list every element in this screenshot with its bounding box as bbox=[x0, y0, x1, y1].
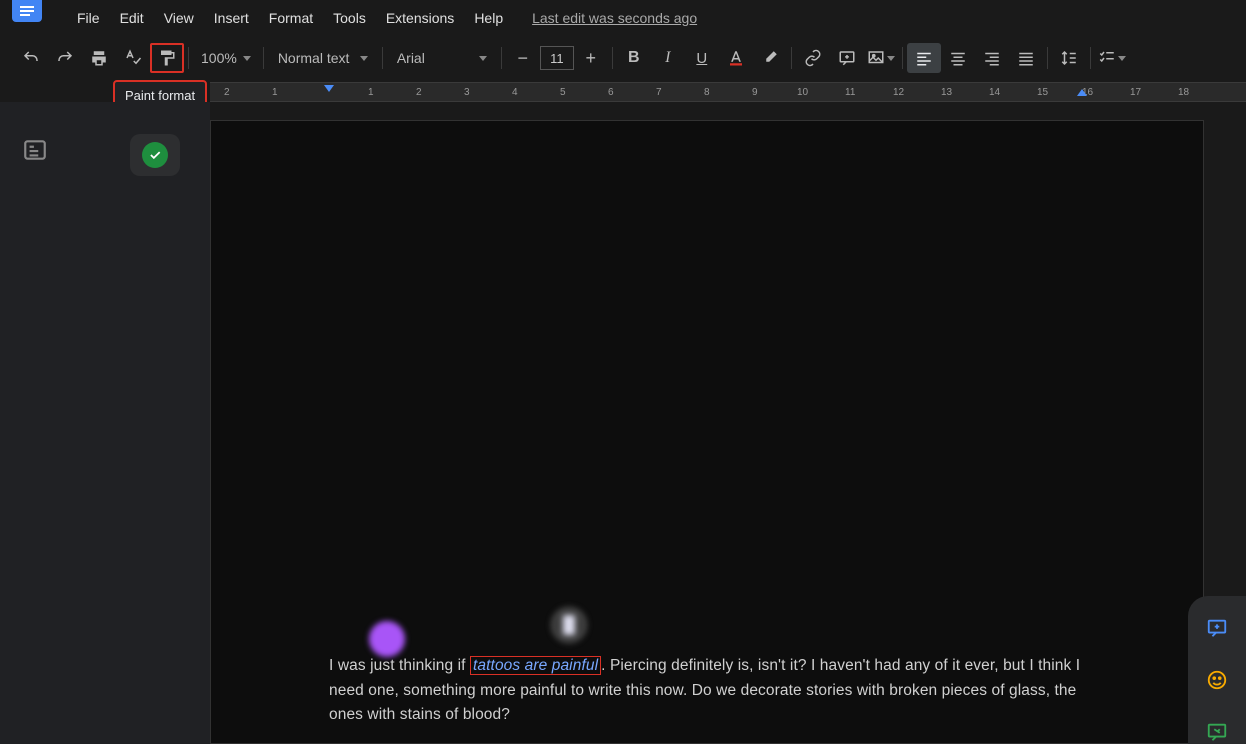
ruler-tick: 4 bbox=[512, 87, 518, 98]
font-size-increase[interactable]: + bbox=[574, 43, 608, 73]
print-button[interactable] bbox=[82, 43, 116, 73]
menu-edit[interactable]: Edit bbox=[111, 6, 153, 30]
last-edit-link[interactable]: Last edit was seconds ago bbox=[532, 10, 697, 26]
docs-app-icon[interactable] bbox=[12, 0, 42, 22]
toolbar: 100% Normal text Arial − + B I U bbox=[0, 38, 1246, 78]
style-dropdown[interactable]: Normal text bbox=[268, 43, 378, 73]
suggest-edits-icon[interactable] bbox=[1205, 720, 1229, 744]
collaborator-cursor-2 bbox=[551, 607, 587, 643]
text-highlighted-phrase: tattoos are painful bbox=[473, 657, 598, 674]
ruler-tick: 7 bbox=[656, 87, 662, 98]
align-left-button[interactable] bbox=[907, 43, 941, 73]
ruler-tick: 2 bbox=[416, 87, 422, 98]
ruler-tick: 1 bbox=[272, 87, 278, 98]
text-part-pre: I was just thinking if bbox=[329, 657, 470, 674]
ruler-tick: 6 bbox=[608, 87, 614, 98]
ruler-tick: 2 bbox=[224, 87, 230, 98]
add-comment-side-icon[interactable] bbox=[1205, 616, 1229, 640]
grammar-check-badge[interactable] bbox=[130, 134, 180, 176]
menu-help[interactable]: Help bbox=[465, 6, 512, 30]
ruler-tick: 13 bbox=[941, 87, 952, 98]
left-sidebar-area bbox=[0, 102, 210, 744]
ruler-tick: 8 bbox=[704, 87, 710, 98]
align-justify-button[interactable] bbox=[1009, 43, 1043, 73]
check-icon bbox=[142, 142, 168, 168]
font-dropdown[interactable]: Arial bbox=[387, 43, 497, 73]
document-body-text[interactable]: I was just thinking if tattoos are painf… bbox=[329, 654, 1089, 728]
first-line-indent-marker[interactable] bbox=[324, 85, 334, 92]
redo-button[interactable] bbox=[48, 43, 82, 73]
document-page[interactable]: I was just thinking if tattoos are painf… bbox=[210, 120, 1204, 744]
emoji-reaction-icon[interactable] bbox=[1205, 668, 1229, 692]
zoom-value: 100% bbox=[201, 50, 237, 66]
ruler-tick: 14 bbox=[989, 87, 1000, 98]
horizontal-ruler[interactable]: 2 1 1 2 3 4 5 6 7 8 9 10 11 12 13 14 15 … bbox=[210, 82, 1246, 102]
ruler-tick: 17 bbox=[1130, 87, 1141, 98]
underline-button[interactable]: U bbox=[685, 43, 719, 73]
zoom-dropdown[interactable]: 100% bbox=[193, 43, 259, 73]
menu-bar: File Edit View Insert Format Tools Exten… bbox=[68, 6, 697, 30]
menu-tools[interactable]: Tools bbox=[324, 6, 375, 30]
collaborator-cursor-1 bbox=[369, 621, 405, 657]
ruler-tick: 11 bbox=[845, 87, 855, 98]
menu-file[interactable]: File bbox=[68, 6, 109, 30]
font-size-decrease[interactable]: − bbox=[506, 43, 540, 73]
ruler-tick: 15 bbox=[1037, 87, 1048, 98]
align-right-button[interactable] bbox=[975, 43, 1009, 73]
undo-button[interactable] bbox=[14, 43, 48, 73]
ruler-tick: 3 bbox=[464, 87, 470, 98]
italic-button[interactable]: I bbox=[651, 43, 685, 73]
insert-link-button[interactable] bbox=[796, 43, 830, 73]
right-margin-marker[interactable] bbox=[1077, 89, 1087, 96]
line-spacing-button[interactable] bbox=[1052, 43, 1086, 73]
insert-image-button[interactable] bbox=[864, 43, 898, 73]
menu-format[interactable]: Format bbox=[260, 6, 322, 30]
ruler-tick: 10 bbox=[797, 87, 808, 98]
menu-extensions[interactable]: Extensions bbox=[377, 6, 463, 30]
paint-format-button[interactable] bbox=[150, 43, 184, 73]
add-comment-button[interactable] bbox=[830, 43, 864, 73]
highlight-button[interactable] bbox=[753, 43, 787, 73]
document-outline-button[interactable] bbox=[22, 137, 48, 163]
font-value: Arial bbox=[397, 50, 425, 66]
font-size-input[interactable] bbox=[540, 46, 574, 70]
spellcheck-button[interactable] bbox=[116, 43, 150, 73]
style-value: Normal text bbox=[278, 50, 350, 66]
checklist-button[interactable] bbox=[1095, 43, 1129, 73]
ruler-tick: 1 bbox=[368, 87, 374, 98]
ruler-tick: 9 bbox=[752, 87, 758, 98]
bold-button[interactable]: B bbox=[617, 43, 651, 73]
ruler-tick: 18 bbox=[1178, 87, 1189, 98]
menu-insert[interactable]: Insert bbox=[205, 6, 258, 30]
ruler-tick: 5 bbox=[560, 87, 566, 98]
text-color-button[interactable] bbox=[719, 43, 753, 73]
menu-view[interactable]: View bbox=[155, 6, 203, 30]
side-panel bbox=[1188, 596, 1246, 744]
ruler-tick: 12 bbox=[893, 87, 904, 98]
align-center-button[interactable] bbox=[941, 43, 975, 73]
